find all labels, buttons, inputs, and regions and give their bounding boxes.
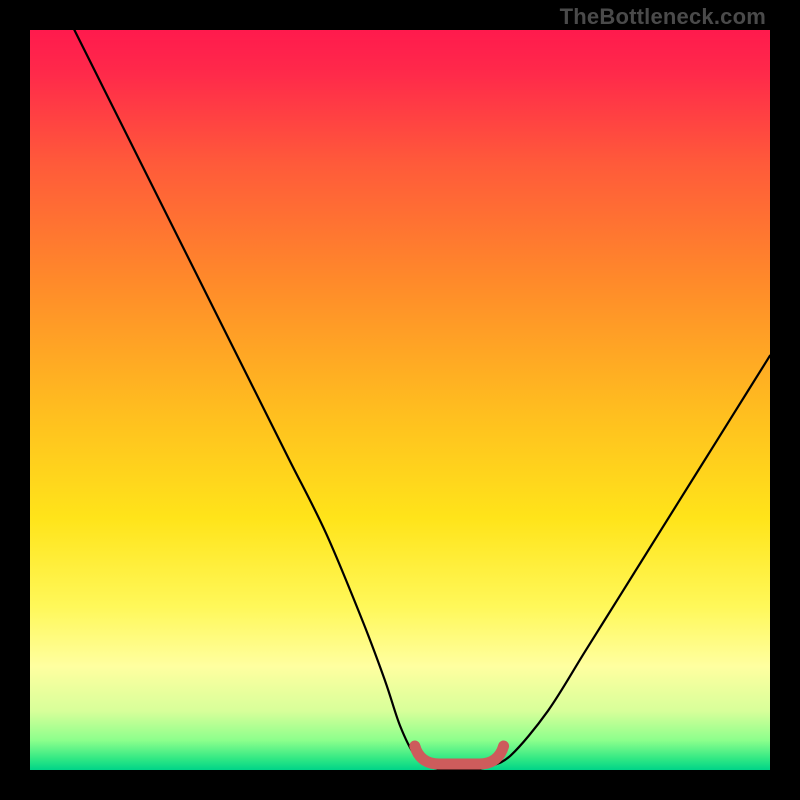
bottleneck-curve-layer bbox=[30, 30, 770, 770]
bottleneck-curve bbox=[74, 30, 770, 770]
watermark-text: TheBottleneck.com bbox=[560, 4, 766, 30]
chart-frame: TheBottleneck.com bbox=[0, 0, 800, 800]
optimal-region-highlight bbox=[415, 746, 504, 764]
plot-area bbox=[30, 30, 770, 770]
